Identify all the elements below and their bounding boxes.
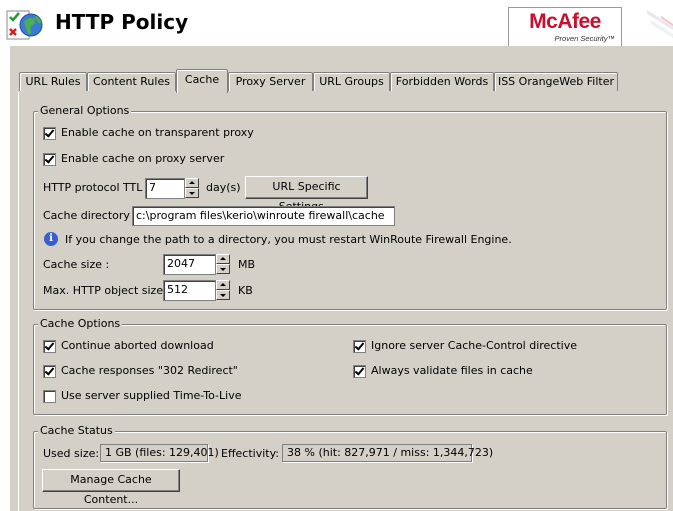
server-ttl-label: Use server supplied Time-To-Live [61, 389, 242, 402]
max-object-size-stepper[interactable] [216, 280, 230, 301]
transparent-proxy-checkbox[interactable] [43, 127, 56, 140]
cache-size-unit: MB [238, 258, 256, 271]
restart-info-text: If you change the path to a directory, y… [65, 233, 512, 246]
ttl-input[interactable]: 7 [145, 178, 185, 199]
proxy-server-checkbox[interactable] [43, 153, 56, 166]
cache-size-input[interactable]: 2047 [163, 254, 216, 275]
ttl-label: HTTP protocol TTL : [43, 181, 150, 194]
tab-proxy-server[interactable]: Proxy Server [228, 72, 313, 91]
cache-options-legend: Cache Options [38, 317, 123, 330]
decorative-stripes [625, 6, 673, 46]
cache-directory-input[interactable]: c:\program files\kerio\winroute firewall… [132, 206, 395, 226]
max-object-size-unit: KB [238, 284, 253, 297]
ttl-unit: day(s) [206, 181, 241, 194]
tab-url-rules[interactable]: URL Rules [19, 72, 87, 91]
tab-url-groups[interactable]: URL Groups [313, 72, 390, 91]
cache-size-down-icon[interactable] [216, 264, 230, 274]
general-options-legend: General Options [38, 104, 132, 117]
tab-iss-orangeweb-filter[interactable]: ISS OrangeWeb Filter [494, 72, 618, 91]
tab-forbidden-words[interactable]: Forbidden Words [390, 72, 494, 91]
logo-tagline: Proven Security™ [554, 34, 615, 43]
proxy-server-label: Enable cache on proxy server [61, 152, 225, 165]
effectivity-value: 38 % (hit: 827,971 / miss: 1,344,723) [282, 444, 493, 462]
logo-brand: McAfee [529, 10, 601, 33]
ttl-up-icon[interactable] [185, 178, 199, 188]
always-validate-label: Always validate files in cache [371, 364, 533, 377]
always-validate-checkbox[interactable] [353, 365, 366, 378]
effectivity-label: Effectivity: [221, 447, 280, 460]
tab-cache[interactable]: Cache [176, 69, 228, 93]
cache-size-label: Cache size : [43, 258, 110, 271]
manage-cache-content-button[interactable]: Manage Cache Content... [42, 469, 180, 506]
max-object-size-input[interactable]: 512 [163, 280, 216, 301]
header-bar: HTTP Policy McAfee Proven Security™ [0, 0, 673, 47]
tab-content-rules[interactable]: Content Rules [87, 72, 176, 91]
cache-redirect-checkbox[interactable] [43, 365, 56, 378]
mcafee-logo: McAfee Proven Security™ [508, 7, 622, 47]
ttl-down-icon[interactable] [185, 188, 199, 198]
server-ttl-checkbox[interactable] [43, 390, 56, 403]
info-icon: i [44, 232, 58, 246]
used-size-value: 1 GB (files: 129,401) [100, 444, 219, 462]
cache-status-legend: Cache Status [38, 424, 115, 437]
url-specific-settings-button[interactable]: URL Specific Settings... [245, 176, 368, 213]
max-object-size-up-icon[interactable] [216, 280, 230, 290]
page-title: HTTP Policy [55, 10, 189, 34]
policy-checklist-icon [5, 5, 43, 43]
continue-aborted-label: Continue aborted download [61, 339, 214, 352]
ttl-stepper[interactable] [185, 178, 199, 199]
cache-size-stepper[interactable] [216, 254, 230, 275]
max-object-size-down-icon[interactable] [216, 290, 230, 300]
transparent-proxy-label: Enable cache on transparent proxy [61, 126, 254, 139]
cache-size-up-icon[interactable] [216, 254, 230, 264]
cache-directory-label: Cache directory : [43, 209, 138, 222]
max-object-size-label: Max. HTTP object size : [43, 284, 171, 297]
used-size-label: Used size: [43, 447, 100, 460]
cache-redirect-label: Cache responses "302 Redirect" [61, 364, 238, 377]
continue-aborted-checkbox[interactable] [43, 340, 56, 353]
ignore-cache-control-label: Ignore server Cache-Control directive [371, 339, 578, 352]
ignore-cache-control-checkbox[interactable] [353, 340, 366, 353]
